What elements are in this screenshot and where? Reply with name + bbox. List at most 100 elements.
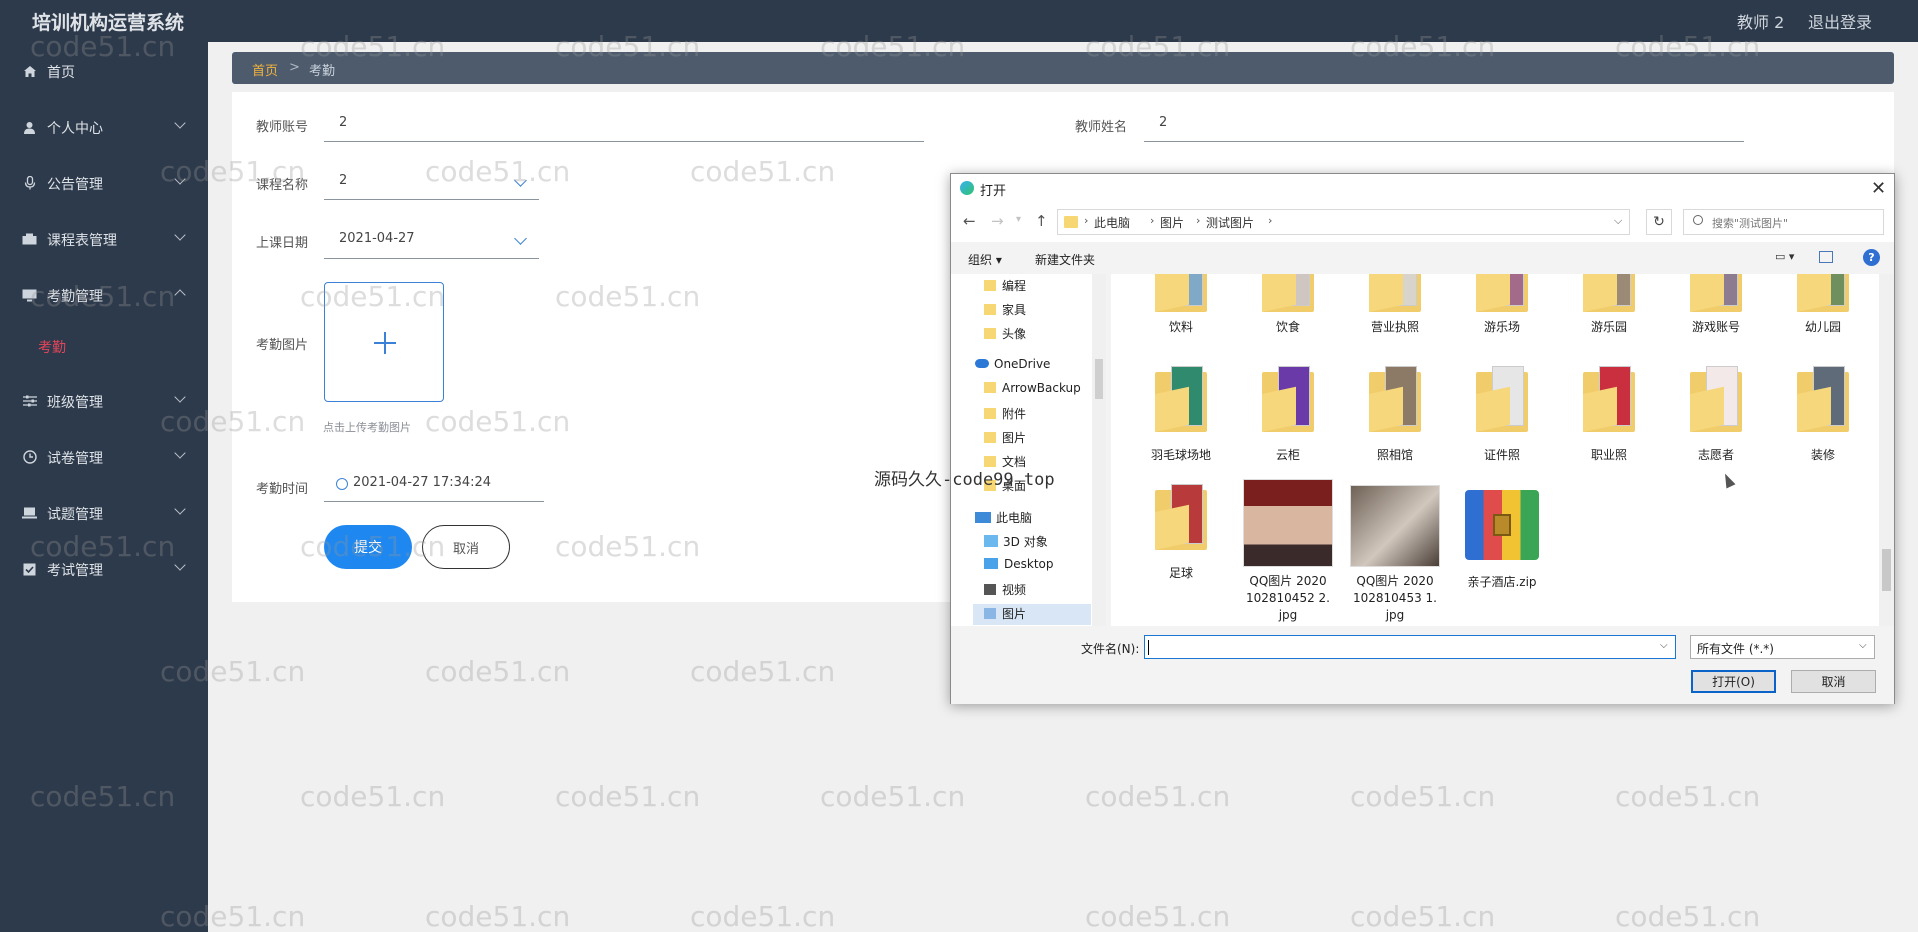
watermark: code51.cn <box>1085 780 1231 813</box>
chevron-down-icon <box>514 232 527 245</box>
teacher-name-field[interactable]: 2 <box>1144 108 1744 142</box>
text-caret <box>1148 640 1149 655</box>
watermark: code51.cn <box>690 900 836 932</box>
user-icon <box>22 120 37 134</box>
tree-item[interactable]: Desktop <box>984 557 1054 571</box>
tree-scrollbar[interactable] <box>1092 274 1106 626</box>
cube-icon <box>984 535 998 547</box>
tree-item-label: OneDrive <box>994 357 1051 371</box>
sidebar-item-questions[interactable]: 试题管理 <box>0 493 208 533</box>
sidebar-item-announcements[interactable]: 公告管理 <box>0 163 208 203</box>
filename-label: 文件名(N): <box>1081 642 1140 656</box>
watermark: code51.cn <box>1350 900 1496 932</box>
cancel-button[interactable]: 取消 <box>422 525 510 569</box>
breadcrumb-home-link[interactable]: 首页 <box>252 60 278 79</box>
tree-item[interactable]: 视频 <box>984 581 1026 598</box>
file-label: 游乐园 <box>1590 320 1627 334</box>
sidebar-item-label: 个人中心 <box>47 121 103 137</box>
chevron-down-icon <box>174 173 186 185</box>
sidebar-item-exam-papers[interactable]: 试卷管理 <box>0 437 208 477</box>
tree-item[interactable]: 头像 <box>984 325 1026 342</box>
file-label: 足球 <box>1168 566 1193 580</box>
file-label: 游乐场 <box>1483 320 1520 334</box>
filename-input[interactable]: ⌵ <box>1144 635 1676 659</box>
refresh-icon[interactable]: ↻ <box>1646 209 1672 235</box>
tree-item[interactable]: OneDrive <box>975 357 1050 371</box>
help-icon[interactable]: ? <box>1863 249 1880 266</box>
address-bar[interactable]: › 此电脑 › 图片 › 测试图片 › ⌵ <box>1057 209 1630 235</box>
file-type-select[interactable]: 所有文件 (*.*) ⌵ <box>1690 635 1875 659</box>
sidebar-item-exams[interactable]: 考试管理 <box>0 549 208 589</box>
new-folder-button[interactable]: 新建文件夹 <box>1035 251 1095 268</box>
teacher-account-field[interactable]: 2 <box>324 108 924 142</box>
desktop-icon <box>984 558 998 569</box>
forward-arrow-icon[interactable]: → <box>991 212 1004 230</box>
current-user[interactable]: 教师 2 <box>1737 9 1784 33</box>
attendance-time-field[interactable]: 2021-04-27 17:34:24 <box>324 468 544 502</box>
tree-item-label: 视频 <box>1002 583 1027 597</box>
sidebar-item-label: 考勤管理 <box>47 289 103 305</box>
tree-item[interactable]: 3D 对象 <box>984 533 1048 550</box>
path-separator: › <box>1196 214 1201 227</box>
course-select[interactable]: 2 <box>324 166 539 200</box>
search-input[interactable]: 搜索"测试图片" <box>1683 209 1884 235</box>
pictures-icon <box>984 608 996 619</box>
sidebar-item-home[interactable]: 首页 <box>0 51 208 91</box>
sidebar-item-schedule[interactable]: 课程表管理 <box>0 219 208 259</box>
tree-item[interactable]: 家具 <box>984 301 1026 318</box>
tree-item[interactable]: ArrowBackup <box>984 381 1081 395</box>
logout-link[interactable]: 退出登录 <box>1808 9 1872 33</box>
up-arrow-icon[interactable]: ↑ <box>1035 212 1048 230</box>
tree-item[interactable]: 附件 <box>984 405 1026 422</box>
chevron-down-icon[interactable]: ⌵ <box>1614 214 1622 228</box>
dialog-cancel-button[interactable]: 取消 <box>1791 670 1876 693</box>
sidebar-item-classes[interactable]: 班级管理 <box>0 381 208 421</box>
chevron-down-icon[interactable]: ⌵ <box>1660 640 1668 651</box>
close-icon[interactable]: ✕ <box>1871 178 1886 199</box>
tree-item-selected[interactable]: 图片 <box>973 604 1091 625</box>
open-button[interactable]: 打开(O) <box>1691 670 1776 693</box>
schedule-icon <box>22 232 37 246</box>
sidebar-item-profile[interactable]: 个人中心 <box>0 107 208 147</box>
folder-icon <box>984 382 996 393</box>
class-date-select[interactable]: 2021-04-27 <box>324 224 539 259</box>
zip-archive-icon <box>1457 484 1547 566</box>
dialog-titlebar[interactable]: 打开 ✕ <box>951 174 1894 202</box>
tree-item[interactable]: 编程 <box>984 277 1026 294</box>
chevron-up-icon <box>174 289 186 301</box>
course-label: 课程名称 <box>256 178 309 193</box>
tree-item-label: 附件 <box>1002 407 1027 421</box>
tree-item[interactable]: 图片 <box>984 429 1026 446</box>
sidebar-item-label: 首页 <box>47 65 75 81</box>
preview-pane-icon[interactable] <box>1819 251 1833 263</box>
path-segment[interactable]: 此电脑 <box>1094 214 1130 231</box>
navigation-tree: 编程 家具 头像 OneDrive ArrowBackup 附件 图片 文档 桌… <box>951 274 1106 626</box>
watermark: code51.cn <box>820 780 966 813</box>
watermark: code51.cn <box>1350 780 1496 813</box>
path-segment[interactable]: 图片 <box>1160 214 1184 231</box>
sidebar-subitem-attendance[interactable]: 考勤 <box>38 337 66 357</box>
organize-button[interactable]: 组织 ▾ <box>968 251 1002 268</box>
watermark: code51.cn <box>690 655 836 688</box>
file-label: 云柜 <box>1275 448 1300 462</box>
tree-scrollbar-thumb[interactable] <box>1095 359 1103 399</box>
file-label: QQ图片 2020102810452 2.jpg <box>1246 574 1330 622</box>
recent-dropdown-icon[interactable]: ▾ <box>1016 214 1021 225</box>
video-icon <box>984 584 996 595</box>
view-mode-icon[interactable]: ▭ ▾ <box>1775 250 1803 264</box>
file-grid-scrollbar-thumb[interactable] <box>1882 549 1891 591</box>
submit-button[interactable]: 提交 <box>324 525 412 569</box>
top-bar: 培训机构运营系统 教师 2 退出登录 <box>0 0 1918 42</box>
search-icon <box>1693 215 1703 225</box>
path-segment[interactable]: 测试图片 <box>1206 214 1254 231</box>
tree-item[interactable]: 此电脑 <box>975 509 1032 526</box>
file-label: 证件照 <box>1483 448 1520 462</box>
chevron-down-icon <box>174 117 186 129</box>
back-arrow-icon[interactable]: ← <box>963 212 976 230</box>
chevron-down-icon: ⌵ <box>1859 640 1867 651</box>
photo-upload-box[interactable] <box>324 282 444 402</box>
breadcrumb: 首页 > 考勤 <box>232 52 1894 84</box>
breadcrumb-separator: > <box>289 60 300 75</box>
sidebar-item-attendance[interactable]: 考勤管理 <box>0 275 208 315</box>
tree-item-label: 图片 <box>1002 431 1027 445</box>
